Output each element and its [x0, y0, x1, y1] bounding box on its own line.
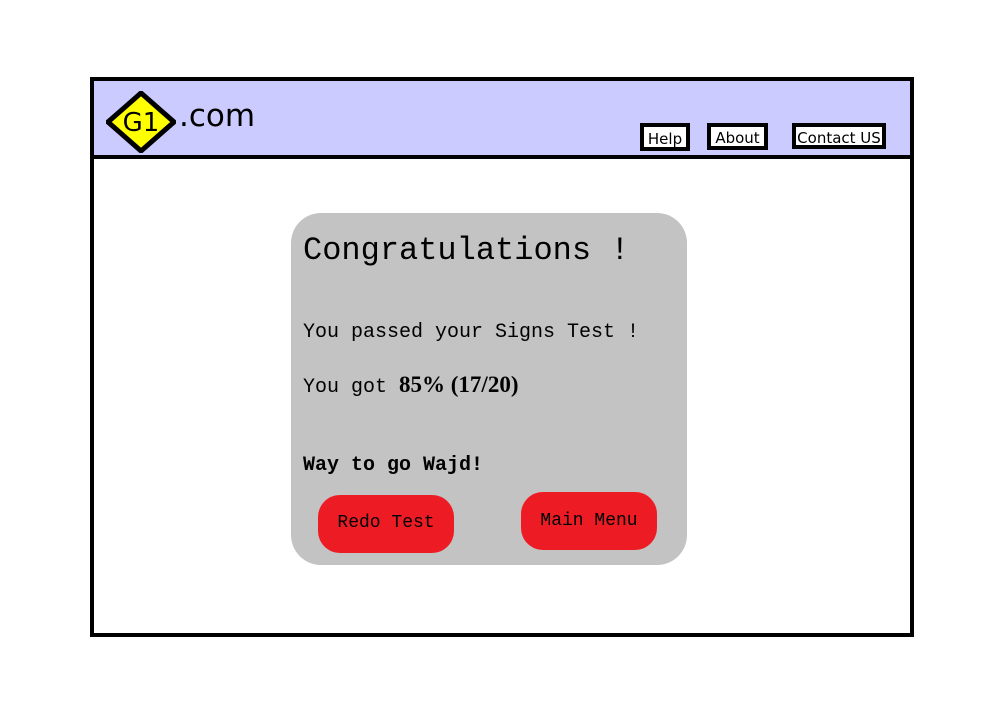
g1-diamond-icon: G1 — [106, 91, 176, 153]
logo-badge-text: G1 — [123, 108, 160, 138]
site-header: G1 .com Help About Contact US — [94, 81, 910, 159]
score-line: You got 85% (17/20) — [303, 373, 518, 398]
passed-message: You passed your Signs Test ! — [303, 321, 640, 344]
cheer-message: Way to go Wajd! — [303, 454, 484, 477]
score-prefix: You got — [303, 376, 400, 399]
test-result-card: Congratulations ! You passed your Signs … — [291, 213, 687, 565]
congratulations-heading: Congratulations ! — [303, 232, 630, 269]
logo-suffix: .com — [179, 98, 256, 134]
site-logo[interactable]: G1 .com — [106, 91, 256, 155]
browser-window-frame: G1 .com Help About Contact US Congratula… — [90, 77, 914, 637]
contact-us-button[interactable]: Contact US — [792, 123, 886, 149]
main-menu-button[interactable]: Main Menu — [521, 492, 657, 550]
help-button[interactable]: Help — [640, 123, 690, 151]
redo-test-button[interactable]: Redo Test — [318, 495, 454, 553]
about-button[interactable]: About — [707, 123, 768, 150]
score-value: 85% (17/20) — [399, 372, 519, 397]
